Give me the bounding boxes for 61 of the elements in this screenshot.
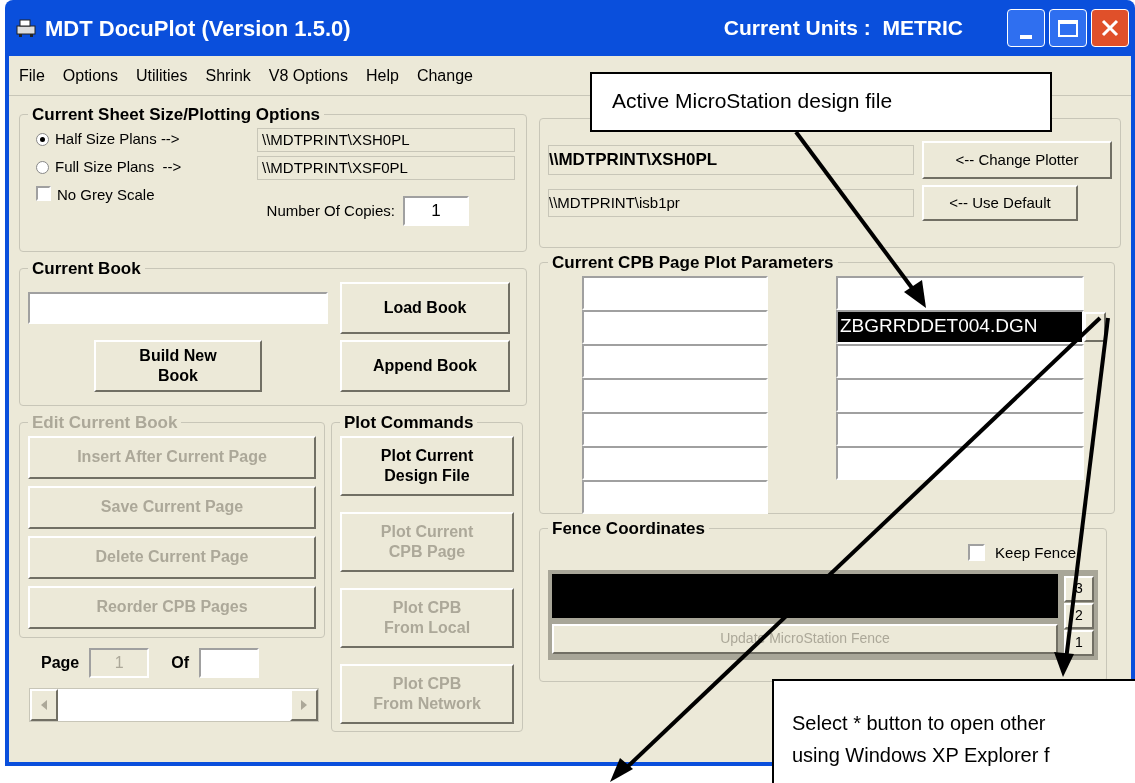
menu-item[interactable]: V8 Options [268, 63, 348, 88]
parameter-field[interactable] [582, 343, 768, 378]
of-label: Of [171, 653, 190, 673]
units-label: Current Units : METRIC [723, 15, 963, 42]
close-icon [1100, 18, 1120, 38]
left-arrow-icon [41, 700, 47, 710]
page-label: Page [41, 653, 80, 673]
checkbox-label: No Grey Scale [57, 184, 155, 205]
radio-label: Full Size Plans --> [55, 157, 183, 178]
group-title: Fence Coordinates [551, 518, 707, 540]
close-button[interactable] [1091, 9, 1129, 47]
checkbox-label: Keep Fence [995, 542, 1076, 563]
parameter-field[interactable] [582, 309, 768, 344]
checkbox[interactable] [36, 185, 51, 201]
command-button[interactable]: <-- Change Plotter [922, 141, 1112, 179]
parameter-field[interactable] [836, 343, 1084, 378]
parameter-field[interactable] [582, 377, 768, 412]
callout: Select * button to open other using Windows XP Explorer f [772, 679, 1135, 783]
radio-label: Half Size Plans --> [55, 129, 181, 150]
plotter-field: \\MDTPRINT\XSH0PL [548, 145, 914, 175]
callout: Active MicroStation design file [590, 72, 1052, 132]
parameter-field[interactable] [582, 479, 768, 514]
default-plotter-field: \\MDTPRINT\isb1pr [548, 189, 914, 217]
menu-item[interactable]: Help [366, 63, 399, 88]
group-title: Edit Current Book [31, 412, 179, 434]
maximize-button[interactable] [1049, 9, 1087, 47]
command-button[interactable]: Plot Current Design File [340, 435, 514, 496]
parameter-field[interactable] [836, 445, 1084, 480]
parameter-field[interactable] [836, 377, 1084, 412]
radio-button[interactable] [36, 161, 49, 174]
scrollbar[interactable] [29, 688, 319, 722]
parameter-field[interactable] [582, 411, 768, 446]
minimize-button[interactable] [1007, 9, 1045, 47]
parameter-field[interactable] [582, 275, 768, 310]
group-title: Plot Commands [343, 412, 475, 434]
book-field[interactable] [28, 291, 328, 324]
group-title: Current Book [31, 258, 142, 280]
printer-icon [15, 18, 37, 38]
path-field: \\MDTPRINT\XSF0PL [257, 155, 515, 180]
copies-label: Number Of Copies: [266, 200, 395, 221]
menu-item[interactable]: Shrink [205, 63, 251, 88]
total-field[interactable] [199, 648, 260, 678]
command-button[interactable]: <-- Use Default [922, 185, 1078, 221]
path-field: \\MDTPRINT\XSH0PL [257, 127, 515, 152]
group-title: Current CPB Page Plot Parameters [551, 252, 835, 274]
menu-item[interactable]: Options [62, 63, 118, 88]
menu-item[interactable]: Utilities [135, 63, 188, 88]
command-button[interactable]: Build New Book [94, 339, 262, 392]
checkbox[interactable] [968, 544, 986, 562]
menu-item[interactable]: Change [416, 63, 473, 88]
radio-button[interactable] [36, 133, 49, 146]
parameter-field[interactable] [582, 445, 768, 480]
window-title: MDT DocuPlot (Version 1.5.0) [45, 14, 351, 43]
parameter-field[interactable] [836, 275, 1084, 310]
menu-item[interactable]: File [19, 63, 45, 88]
right-arrow-icon [301, 700, 307, 710]
command-button[interactable]: Append Book [340, 339, 510, 392]
parameter-field[interactable] [836, 411, 1084, 446]
command-button[interactable]: Load Book [340, 281, 510, 334]
group-title: Current Sheet Size/Plotting Options [31, 104, 322, 126]
copies-field[interactable]: 1 [402, 195, 469, 226]
